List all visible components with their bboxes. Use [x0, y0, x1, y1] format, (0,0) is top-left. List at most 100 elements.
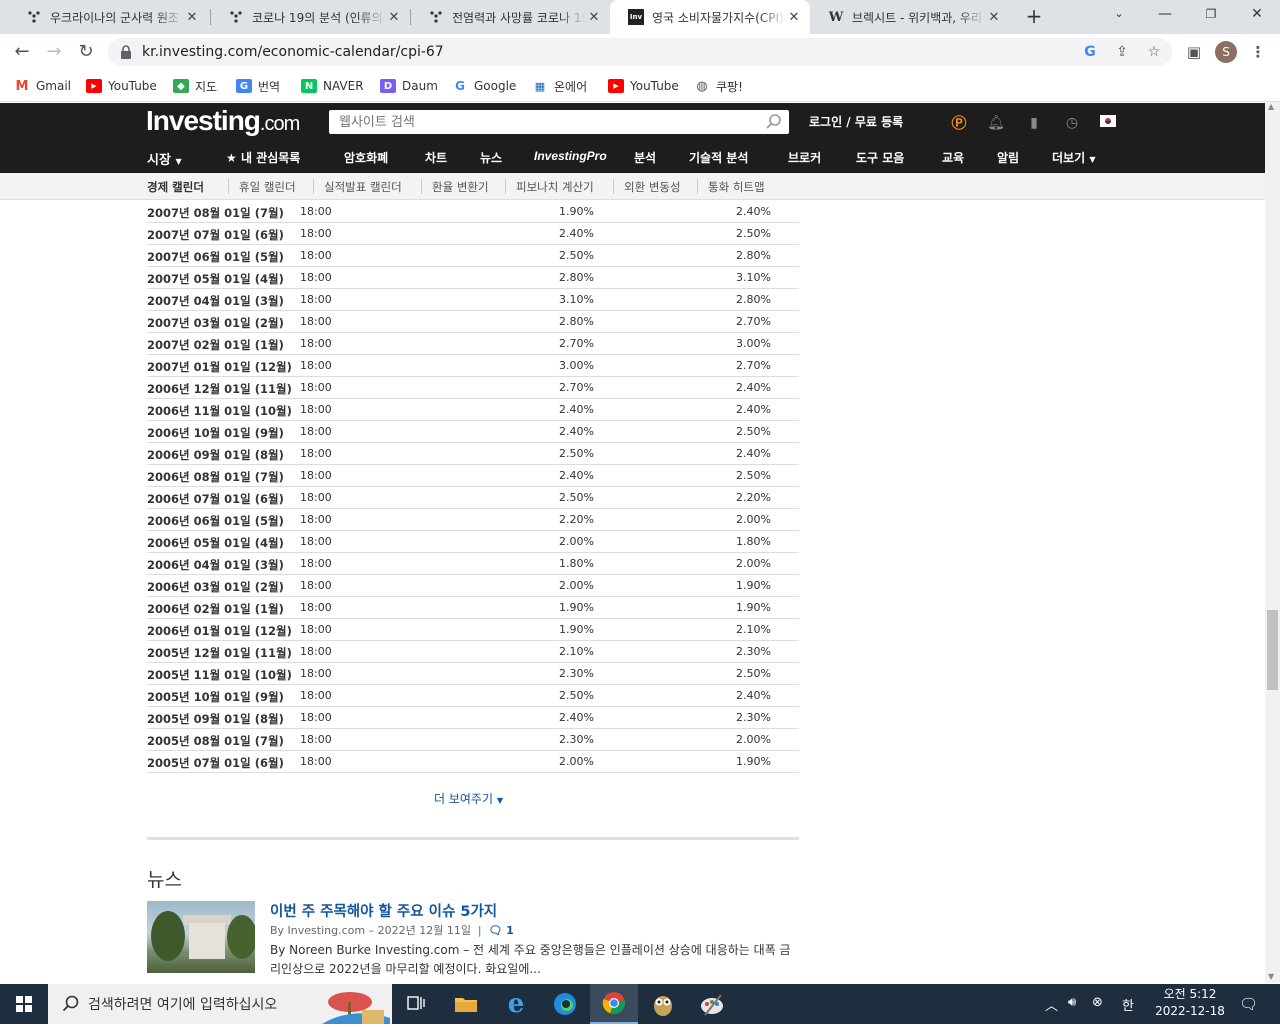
network-error-icon[interactable]: ⊗: [1092, 995, 1103, 1010]
row-previous: 2.00%: [736, 557, 771, 570]
nav-markets[interactable]: 시장 ▼: [147, 149, 182, 168]
browser-tab-4[interactable]: W 브렉시트 - 위키백과, 우리 ✕: [810, 0, 1010, 34]
nav-crypto[interactable]: 암호화폐: [344, 149, 388, 166]
scroll-up-arrow-icon[interactable]: ▲: [1268, 102, 1274, 111]
onair-icon: ▦: [534, 79, 546, 93]
bookmark-google[interactable]: G Google: [452, 76, 516, 96]
back-arrow-icon[interactable]: ←: [10, 40, 34, 64]
subnav-holiday-calendar[interactable]: 휴일 캘린더: [239, 179, 296, 195]
new-tab-button[interactable]: +: [1022, 5, 1046, 29]
page-scrollbar[interactable]: ▲ ▼: [1265, 102, 1280, 983]
tab-close-icon[interactable]: ✕: [586, 10, 602, 25]
taskbar-edge[interactable]: [541, 984, 589, 1024]
bookmark-youtube-2[interactable]: ▶ YouTube: [608, 76, 679, 96]
korea-flag-icon[interactable]: [1098, 113, 1118, 133]
taskbar-ie[interactable]: e: [492, 984, 540, 1024]
nav-brokers[interactable]: 브로커: [788, 149, 821, 166]
scrollbar-thumb[interactable]: [1267, 610, 1278, 690]
comment-count[interactable]: 1: [506, 924, 514, 937]
subnav-economic-calendar[interactable]: 경제 캘린더: [147, 179, 204, 195]
notification-icon[interactable]: 🗨︎: [1239, 995, 1258, 1013]
nav-technical[interactable]: 기술적 분석: [689, 149, 748, 166]
taskbar-file-explorer[interactable]: [442, 984, 490, 1024]
browser-tab-0[interactable]: 우크라이나의 군사력 원조 ✕: [8, 0, 208, 34]
comment-icon[interactable]: 🗨︎: [489, 924, 503, 937]
taskbar-search-placeholder: 검색하려면 여기에 입력하십시오: [88, 997, 278, 1013]
address-bar[interactable]: kr.investing.com/economic-calendar/cpi-6…: [108, 38, 1172, 66]
news-meta: By Investing.com – 2022년 12월 11일 | 🗨︎ 1: [270, 924, 514, 937]
row-time: 18:00: [300, 755, 332, 768]
subnav-currency-converter[interactable]: 환율 변환기: [432, 179, 489, 195]
news-title-link[interactable]: 이번 주 주목해야 할 주요 이슈 5가지: [270, 900, 497, 921]
bookmark-coupang[interactable]: ◍ 쿠팡!: [694, 76, 743, 96]
tray-overflow-chevron-icon[interactable]: ︿: [1045, 995, 1058, 1014]
scroll-down-arrow-icon[interactable]: ▼: [1268, 972, 1274, 981]
nav-tools[interactable]: 도구 모음: [856, 149, 904, 166]
taskbar-app-paint[interactable]: [688, 984, 736, 1024]
bookmark-gmail[interactable]: M Gmail: [14, 76, 71, 96]
bookmark-maps[interactable]: ◆ 지도: [173, 76, 217, 96]
row-date: 2005년 12월 01일 (11월): [147, 646, 292, 660]
taskbar-app-owl[interactable]: [639, 984, 687, 1024]
news-thumbnail[interactable]: [147, 901, 255, 973]
tab-close-icon[interactable]: ✕: [986, 10, 1002, 25]
profile-avatar[interactable]: S: [1215, 41, 1237, 63]
bookmark-label: YouTube: [630, 79, 679, 93]
subnav-heatmap[interactable]: 통화 히트맵: [708, 179, 765, 195]
briefcase-icon[interactable]: ▮: [1024, 113, 1044, 133]
tab-search-chevron-icon[interactable]: ⌄: [1096, 0, 1142, 30]
clock-icon[interactable]: ◷: [1062, 113, 1082, 133]
subnav-earnings-calendar[interactable]: 실적발표 캘린더: [324, 179, 402, 195]
search-icon[interactable]: [765, 113, 783, 131]
reload-icon[interactable]: ↻: [74, 40, 98, 64]
browser-tab-3[interactable]: Inv 영국 소비자물가지수(CPI) ✕: [610, 0, 810, 34]
investing-logo[interactable]: Investing.com: [146, 105, 300, 137]
taskbar-chrome[interactable]: [590, 984, 638, 1024]
side-panel-icon[interactable]: ▣: [1182, 40, 1206, 64]
forward-arrow-icon[interactable]: →: [42, 40, 66, 64]
tab-close-icon[interactable]: ✕: [184, 10, 200, 25]
subnav-fibonacci[interactable]: 피보나치 계산기: [516, 179, 594, 195]
taskbar-search-box[interactable]: 검색하려면 여기에 입력하십시오: [48, 984, 392, 1024]
nav-watchlist[interactable]: ★ 내 관심목록: [226, 149, 300, 166]
nav-charts[interactable]: 차트: [425, 149, 447, 166]
share-icon[interactable]: ⇪: [1112, 42, 1132, 62]
tab-close-icon[interactable]: ✕: [786, 10, 802, 25]
chrome-menu-icon[interactable]: ⋮: [1246, 40, 1270, 64]
task-view-button[interactable]: [392, 984, 440, 1024]
nav-analysis[interactable]: 분석: [634, 149, 656, 166]
bookmark-naver[interactable]: N NAVER: [301, 76, 364, 96]
subnav-fx-volatility[interactable]: 외환 변동성: [624, 179, 681, 195]
close-window-button[interactable]: ✕: [1234, 0, 1280, 30]
taskbar-clock[interactable]: 오전 5:12 2022-12-18: [1148, 986, 1232, 1020]
row-time: 18:00: [300, 293, 332, 306]
nav-education[interactable]: 교육: [942, 149, 964, 166]
restore-button[interactable]: ❐: [1188, 0, 1234, 30]
nav-news[interactable]: 뉴스: [480, 149, 502, 166]
ime-indicator[interactable]: 한: [1122, 995, 1134, 1014]
tab-close-icon[interactable]: ✕: [386, 10, 402, 25]
volume-icon[interactable]: 🔊︎: [1068, 995, 1076, 1010]
bell-icon[interactable]: 🔔︎: [986, 113, 1006, 133]
bookmark-translate[interactable]: G 번역: [236, 76, 280, 96]
row-actual: 2.00%: [559, 755, 594, 768]
windows-start-button[interactable]: [0, 984, 48, 1024]
bookmark-daum[interactable]: D Daum: [380, 76, 438, 96]
bookmark-star-icon[interactable]: ☆: [1144, 42, 1164, 62]
minimize-button[interactable]: —: [1142, 0, 1188, 30]
investingpro-p-icon[interactable]: Ⓟ: [949, 113, 969, 133]
nav-alerts[interactable]: 알림: [997, 149, 1019, 166]
browser-tab-2[interactable]: 전염력과 사망률 코로나 19 ✕: [410, 0, 610, 34]
bookmark-youtube[interactable]: ▶ YouTube: [86, 76, 157, 96]
show-more-link[interactable]: 더 보여주기 ▼: [434, 790, 503, 807]
nav-more[interactable]: 더보기 ▼: [1052, 149, 1095, 166]
row-actual: 2.80%: [559, 315, 594, 328]
nav-investingpro[interactable]: InvestingPro: [534, 149, 607, 163]
browser-tab-1[interactable]: 코로나 19의 분석 (인류의 ✕: [210, 0, 410, 34]
google-translate-icon[interactable]: G: [1080, 42, 1100, 62]
login-register-link[interactable]: 로그인 / 무료 등록: [809, 113, 903, 130]
bookmark-onair[interactable]: ▦ 온에어: [532, 76, 587, 96]
investing-favicon-icon: Inv: [628, 9, 644, 25]
site-search-input[interactable]: [329, 110, 749, 134]
row-actual: 2.00%: [559, 579, 594, 592]
